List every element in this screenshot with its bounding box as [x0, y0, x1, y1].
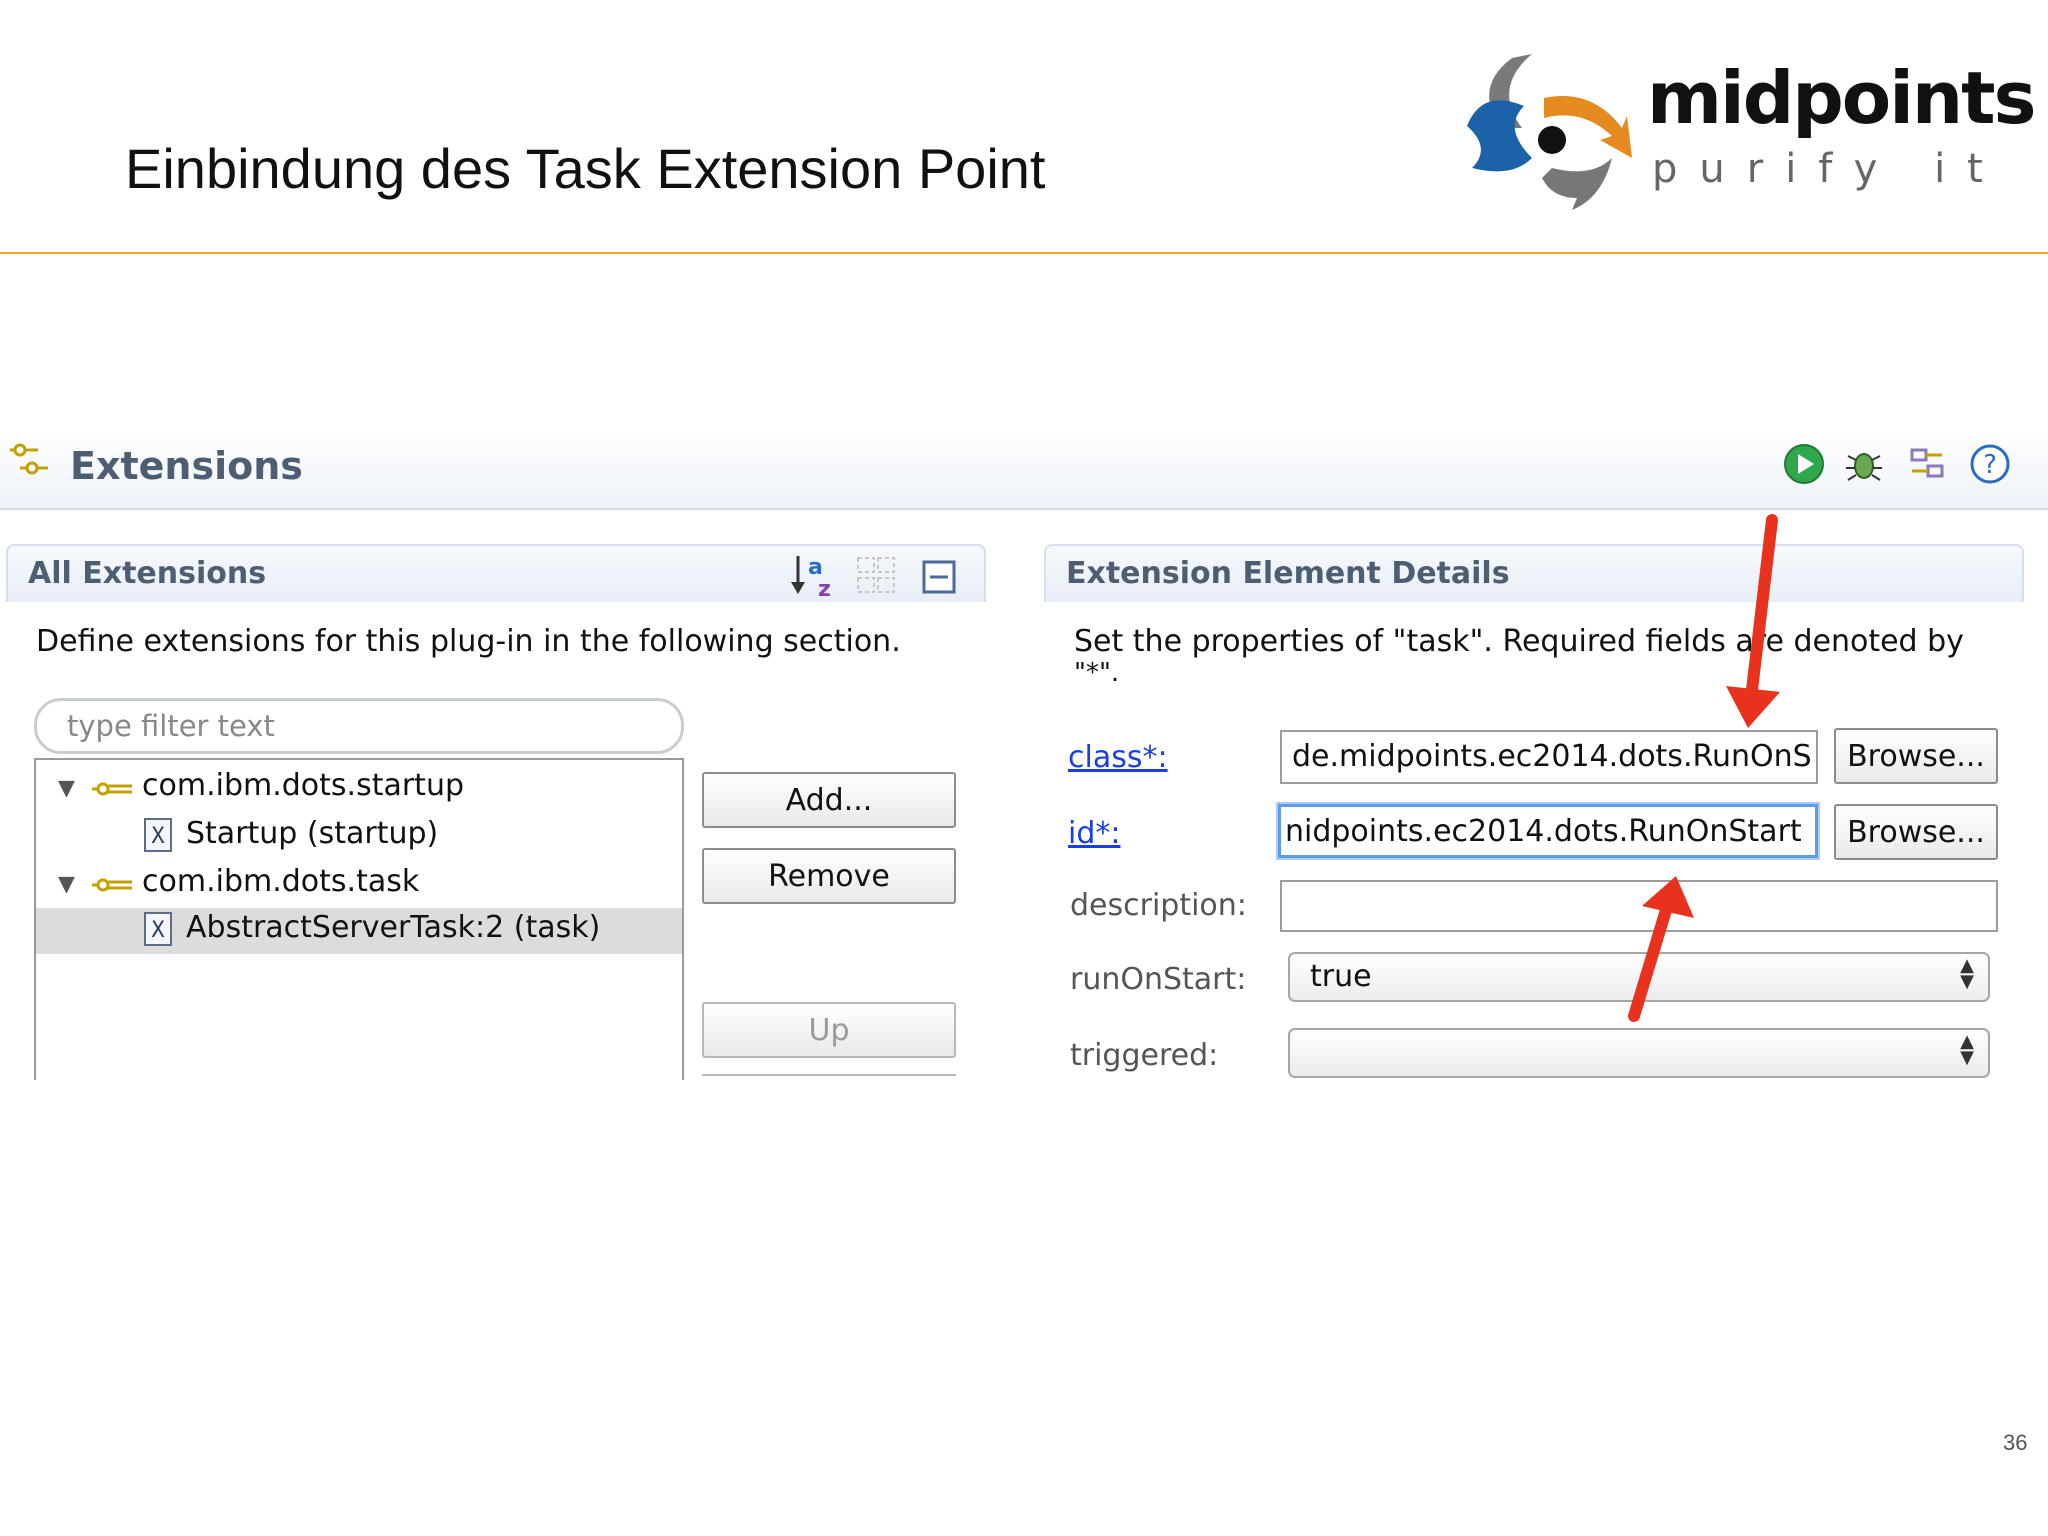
details-title: Extension Element Details: [1066, 556, 1510, 591]
expand-all-icon[interactable]: [854, 554, 900, 598]
debug-icon[interactable]: [1842, 442, 1886, 486]
svg-text:?: ?: [1983, 450, 1997, 480]
triggered-select[interactable]: ▲ ▼: [1288, 1028, 1990, 1078]
updown-arrows-icon: ▲ ▼: [1960, 1031, 1974, 1068]
tree-item-startup-element[interactable]: X Startup (startup): [36, 814, 682, 860]
class-label[interactable]: class*:: [1068, 740, 1168, 775]
description-field[interactable]: [1280, 880, 1998, 932]
midpoints-logo-mark: [1467, 54, 1632, 210]
triggered-label: triggered:: [1070, 1038, 1219, 1073]
title-divider: [0, 252, 2048, 254]
tree-item-label: AbstractServerTask:2 (task): [186, 910, 601, 945]
logo-wordmark: midpoints: [1647, 56, 2036, 140]
updown-arrows-icon: ▲ ▼: [1960, 955, 1974, 992]
all-extensions-title: All Extensions: [28, 556, 267, 591]
runonstart-value: true: [1310, 959, 1372, 994]
midpoints-logo: midpoints purify it: [1462, 48, 2036, 218]
tree-item-task-extension[interactable]: ▼ com.ibm.dots.task: [36, 862, 682, 908]
all-extensions-description: Define extensions for this plug-in in th…: [36, 624, 901, 659]
editor-header: Extensions ?: [0, 428, 2048, 510]
remove-button[interactable]: Remove: [702, 848, 956, 904]
details-header: Extension Element Details: [1044, 544, 2024, 602]
runonstart-select[interactable]: true ▲ ▼: [1288, 952, 1990, 1002]
extension-icon: [92, 878, 132, 892]
sort-alphabetically-icon[interactable]: a z: [788, 552, 838, 598]
expand-triangle-icon[interactable]: ▼: [58, 776, 82, 801]
details-description-cont: "*".: [1074, 658, 1120, 688]
logo-tagline: purify it: [1652, 146, 2005, 192]
extensions-tree[interactable]: ▼ com.ibm.dots.startup X Startup (startu…: [34, 758, 684, 1080]
extensions-icon: [10, 443, 48, 475]
tree-item-startup-extension[interactable]: ▼ com.ibm.dots.startup: [36, 766, 682, 812]
details-description: Set the properties of "task". Required f…: [1074, 624, 1964, 659]
expand-triangle-icon[interactable]: ▼: [58, 872, 82, 897]
extension-icon: [92, 782, 132, 796]
id-browse-button[interactable]: Browse...: [1834, 804, 1998, 860]
all-extensions-header: All Extensions a z: [6, 544, 986, 602]
up-button[interactable]: Up: [702, 1002, 956, 1058]
slide-number: 36: [2003, 1430, 2028, 1455]
help-icon[interactable]: ?: [1968, 442, 2012, 486]
class-browse-button[interactable]: Browse...: [1834, 728, 1998, 784]
tree-item-task-element[interactable]: X AbstractServerTask:2 (task): [36, 908, 682, 954]
id-field[interactable]: nidpoints.ec2014.dots.RunOnStart: [1278, 804, 1818, 858]
description-label: description:: [1070, 888, 1247, 923]
slide-title: Einbindung des Task Extension Point: [125, 137, 1046, 200]
add-button[interactable]: Add...: [702, 772, 956, 828]
extension-wizard-icon[interactable]: [1906, 442, 1950, 486]
runonstart-label: runOnStart:: [1070, 962, 1247, 997]
id-label[interactable]: id*:: [1068, 816, 1121, 851]
xml-element-icon: X: [144, 912, 172, 946]
collapse-all-icon[interactable]: [920, 558, 960, 598]
run-icon[interactable]: [1782, 442, 1826, 486]
tree-item-label: com.ibm.dots.startup: [142, 768, 465, 803]
filter-input[interactable]: type filter text: [34, 698, 684, 754]
editor-title: Extensions: [70, 444, 303, 488]
class-field[interactable]: de.midpoints.ec2014.dots.RunOnS: [1280, 730, 1818, 784]
svg-text:z: z: [818, 577, 831, 598]
tree-item-label: com.ibm.dots.task: [142, 864, 420, 899]
down-button-edge: [702, 1074, 956, 1080]
filter-placeholder: type filter text: [67, 709, 275, 743]
tree-item-label: Startup (startup): [186, 816, 439, 851]
xml-element-icon: X: [144, 818, 172, 852]
